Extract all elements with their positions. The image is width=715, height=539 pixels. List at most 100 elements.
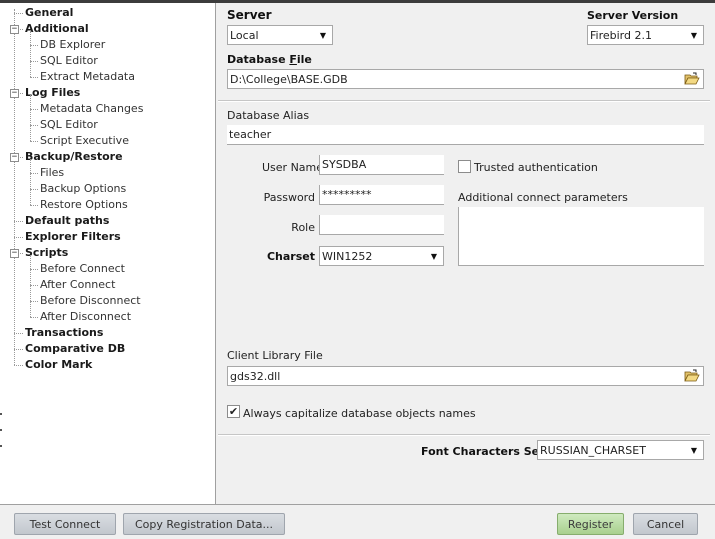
tree-branch-connector — [30, 255, 31, 317]
tree-item-after-disconnect[interactable]: After Disconnect — [40, 309, 131, 325]
font-charset-select[interactable]: RUSSIAN_CHARSET ▼ — [537, 440, 704, 460]
font-charset-label: Font Characters Set — [421, 445, 545, 458]
tree-connector — [30, 141, 38, 142]
charset-select[interactable]: WIN1252 ▼ — [319, 246, 444, 266]
database-file-label-text: Database — [227, 53, 290, 66]
server-version-label: Server Version — [587, 9, 679, 22]
tree-connector — [30, 61, 38, 62]
tree-connector — [30, 317, 38, 318]
tree-item-before-disconnect[interactable]: Before Disconnect — [40, 293, 141, 309]
tree-item-transactions[interactable]: Transactions — [25, 325, 103, 341]
tree-branch-connector — [30, 31, 31, 77]
register-button[interactable]: Register — [557, 513, 624, 535]
tree-connector — [14, 365, 23, 366]
tree-item-log-files[interactable]: Log Files — [25, 85, 80, 101]
capitalize-label: Always capitalize database objects names — [243, 407, 476, 420]
client-library-input[interactable]: gds32.dll — [227, 366, 704, 386]
tree-item-comparative-db[interactable]: Comparative DB — [25, 341, 125, 357]
tree-item-log-sql-editor[interactable]: SQL Editor — [40, 117, 98, 133]
tree-branch-connector — [30, 95, 31, 141]
trusted-auth-label: Trusted authentication — [474, 161, 598, 174]
database-file-value: D:\College\BASE.GDB — [230, 73, 348, 86]
separator — [218, 434, 710, 436]
copy-registration-button[interactable]: Copy Registration Data... — [123, 513, 285, 535]
tree-connector — [20, 253, 23, 254]
tree-item-general[interactable]: General — [25, 5, 73, 21]
tree-connector — [14, 333, 23, 334]
tree-item-default-paths[interactable]: Default paths — [25, 213, 109, 229]
user-name-label: User Name — [262, 161, 324, 174]
user-name-input[interactable]: SYSDBA — [319, 155, 444, 175]
additional-params-label: Additional connect parameters — [458, 191, 628, 204]
folder-open-icon[interactable] — [683, 368, 701, 384]
tree-connector — [20, 157, 23, 158]
tree-item-sql-editor[interactable]: SQL Editor — [40, 53, 98, 69]
chevron-down-icon[interactable]: ▼ — [687, 26, 701, 44]
tree-connector — [30, 45, 38, 46]
tree-connector — [14, 13, 23, 14]
server-version-select[interactable]: Firebird 2.1 ▼ — [587, 25, 704, 45]
tree-item-extract-metadata[interactable]: Extract Metadata — [40, 69, 135, 85]
tree-connector — [30, 285, 38, 286]
collapse-backup-restore-icon[interactable]: − — [10, 153, 19, 162]
tree-item-before-connect[interactable]: Before Connect — [40, 261, 125, 277]
tree-connector — [20, 29, 23, 30]
tree-item-color-mark[interactable]: Color Mark — [25, 357, 92, 373]
server-label: Server — [227, 8, 272, 22]
server-select[interactable]: Local ▼ — [227, 25, 333, 45]
tree-item-metadata-changes[interactable]: Metadata Changes — [40, 101, 143, 117]
splitter-grip — [0, 445, 2, 447]
role-label: Role — [291, 221, 315, 234]
tree-item-script-executive[interactable]: Script Executive — [40, 133, 129, 149]
capitalize-checkbox[interactable]: ✔ — [227, 405, 240, 418]
collapse-additional-icon[interactable]: − — [10, 25, 19, 34]
database-file-label-accelerator: F — [289, 53, 297, 66]
database-file-label-text: ile — [296, 53, 312, 66]
password-label: Password — [263, 191, 315, 204]
client-library-value: gds32.dll — [230, 370, 281, 383]
tree-connector — [30, 77, 38, 78]
tree-item-after-connect[interactable]: After Connect — [40, 277, 115, 293]
button-bar-divider — [0, 504, 715, 505]
tree-branch-connector — [30, 159, 31, 205]
folder-open-icon[interactable] — [683, 71, 701, 87]
server-value: Local — [230, 29, 259, 42]
tree-item-db-explorer[interactable]: DB Explorer — [40, 37, 105, 53]
collapse-scripts-icon[interactable]: − — [10, 249, 19, 258]
checkmark-icon: ✔ — [228, 405, 239, 418]
password-input[interactable]: ********* — [319, 185, 444, 205]
tree-item-backup-restore[interactable]: Backup/Restore — [25, 149, 123, 165]
tree-connector — [30, 301, 38, 302]
tree-item-additional[interactable]: Additional — [25, 21, 89, 37]
cancel-button[interactable]: Cancel — [633, 513, 698, 535]
tree-connector — [30, 109, 38, 110]
database-alias-label: Database Alias — [227, 109, 310, 122]
tree-item-restore-options[interactable]: Restore Options — [40, 197, 128, 213]
separator — [218, 100, 710, 102]
additional-params-textarea[interactable] — [458, 207, 704, 266]
database-file-label: Database File — [227, 53, 312, 66]
tree-item-explorer-filters[interactable]: Explorer Filters — [25, 229, 121, 245]
charset-value: WIN1252 — [322, 250, 373, 263]
tree-item-backup-options[interactable]: Backup Options — [40, 181, 126, 197]
client-library-label: Client Library File — [227, 349, 323, 362]
tree-connector — [30, 125, 38, 126]
trusted-auth-checkbox[interactable] — [458, 160, 471, 173]
splitter-grip — [0, 413, 2, 415]
database-alias-input[interactable]: teacher — [227, 125, 704, 145]
tree-item-files[interactable]: Files — [40, 165, 64, 181]
settings-tree[interactable]: General Additional DB Explorer SQL Edito… — [0, 3, 216, 504]
chevron-down-icon[interactable]: ▼ — [316, 26, 330, 44]
tree-root-connector — [14, 9, 15, 365]
collapse-log-files-icon[interactable]: − — [10, 89, 19, 98]
test-connect-button[interactable]: Test Connect — [14, 513, 116, 535]
tree-connector — [30, 173, 38, 174]
tree-connector — [14, 221, 23, 222]
chevron-down-icon[interactable]: ▼ — [427, 247, 441, 265]
database-file-input[interactable]: D:\College\BASE.GDB — [227, 69, 704, 89]
role-input[interactable] — [319, 215, 444, 235]
chevron-down-icon[interactable]: ▼ — [687, 441, 701, 459]
tree-item-scripts[interactable]: Scripts — [25, 245, 68, 261]
tree-connector — [30, 189, 38, 190]
tree-connector — [14, 349, 23, 350]
